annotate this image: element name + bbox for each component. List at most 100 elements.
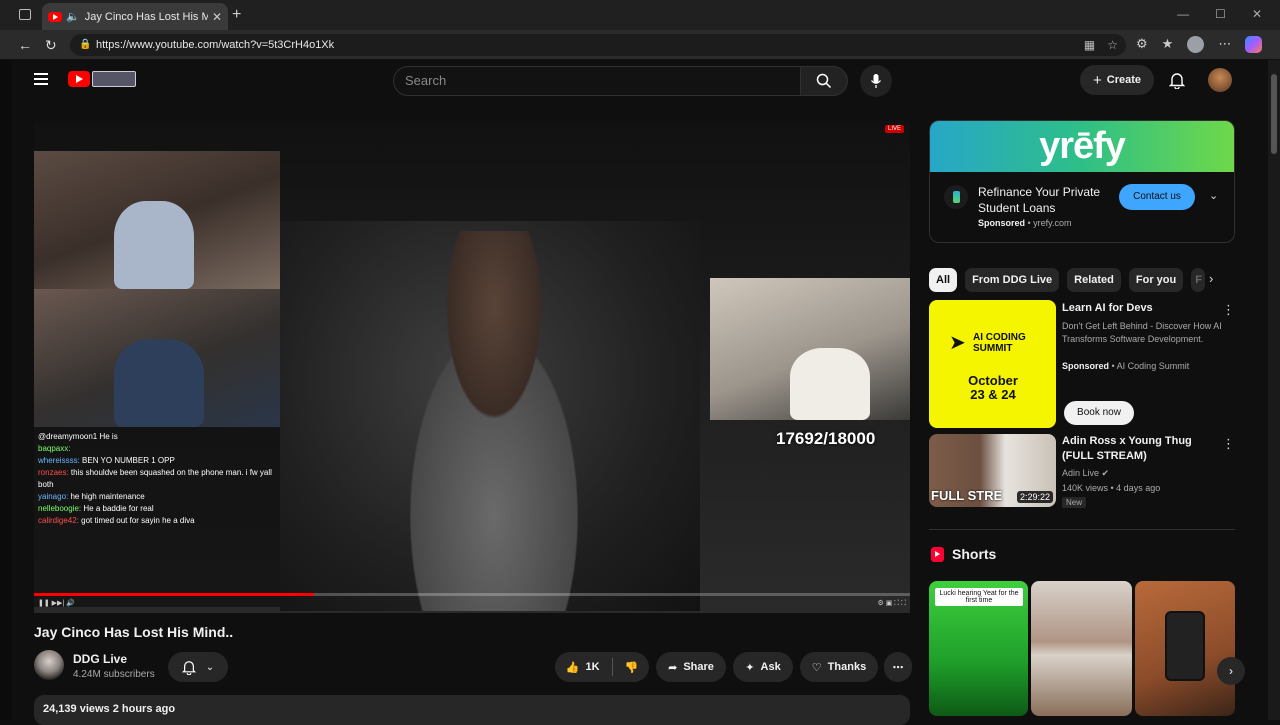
short-caption: Lucki hearing Yeat for the first time	[935, 588, 1023, 606]
more-actions-button[interactable]: ⋯	[884, 652, 912, 682]
divider	[611, 658, 613, 676]
url-field[interactable]: 🔒 https://www.youtube.com/watch?v=5t3CrH…	[70, 34, 1126, 56]
share-icon: ➦	[668, 661, 678, 674]
rec-title[interactable]: Adin Ross x Young Thug (FULL STREAM)	[1062, 434, 1222, 464]
close-tab-icon[interactable]: ✕	[212, 10, 222, 24]
ad-thumbnail[interactable]: ➤ AI CODING SUMMIT October 23 & 24	[929, 300, 1056, 428]
chip-from-ddg-live[interactable]: From DDG Live	[965, 268, 1060, 292]
chat-overlay: @dreamymoon1 He is baqpaxx: whereissss: B…	[34, 427, 280, 607]
youtube-doodle-logo[interactable]	[92, 71, 136, 87]
chat-message: baqpaxx:	[38, 443, 276, 455]
player-settings-icons[interactable]: ⚙ ▣ ⛶ ⛶	[877, 599, 906, 611]
stream-overlay-header	[38, 125, 238, 151]
chip-all[interactable]: All	[929, 268, 958, 292]
rec-sponsor-line: Sponsored • AI Coding Summit	[1062, 361, 1190, 371]
contact-us-button[interactable]: Contact us	[1119, 184, 1195, 210]
share-button[interactable]: ➦ Share	[656, 652, 726, 682]
book-now-button[interactable]: Book now	[1064, 401, 1134, 425]
rec-title[interactable]: Learn AI for Devs	[1062, 301, 1222, 316]
favorite-star-icon[interactable]: ☆	[1107, 34, 1118, 56]
refresh-icon[interactable]: ↻	[45, 37, 57, 54]
menu-icon[interactable]	[34, 73, 48, 85]
video-title: Jay Cinco Has Lost His Mind..	[34, 624, 234, 640]
ask-label: Ask	[760, 661, 781, 673]
search-input[interactable]: Search	[393, 66, 801, 96]
channel-avatar[interactable]	[34, 650, 64, 680]
chat-username: whereissss:	[38, 456, 80, 465]
more-vertical-icon[interactable]: ⋮	[1222, 436, 1235, 452]
chevron-down-icon[interactable]: ⌄	[1209, 189, 1218, 202]
thanks-button[interactable]: ♡ Thanks	[800, 652, 878, 682]
chip-partial[interactable]: F	[1191, 268, 1206, 292]
heart-dollar-icon: ♡	[811, 661, 822, 674]
url-text: https://www.youtube.com/watch?v=5t3CrH4o…	[96, 39, 335, 51]
ask-button[interactable]: ✦ Ask	[733, 652, 793, 682]
youtube-logo[interactable]	[68, 71, 90, 87]
sparkle-icon: ✦	[745, 661, 755, 674]
short-card[interactable]	[1135, 581, 1235, 716]
window-controls: — ☐ ✕	[1177, 7, 1262, 21]
tab-actions-icon[interactable]	[19, 9, 31, 20]
more-vertical-icon[interactable]: ⋮	[1222, 302, 1235, 318]
shorts-next-button[interactable]: ›	[1217, 657, 1245, 685]
browser-tab-active[interactable]: 🔈 Jay Cinco Has Lost His Mind ✕	[42, 3, 228, 30]
search-button[interactable]	[800, 66, 848, 96]
chip-related[interactable]: Related	[1067, 268, 1121, 292]
like-dislike-group: 👍 1K 👎	[555, 652, 649, 682]
close-window-icon[interactable]: ✕	[1252, 7, 1262, 21]
extensions-icon[interactable]: ⚙	[1136, 36, 1148, 53]
scrollbar-thumb[interactable]	[1271, 74, 1277, 154]
sponsored-ad-card[interactable]: yrēfy Refinance Your Private Student Loa…	[929, 120, 1235, 243]
voice-search-button[interactable]	[860, 65, 892, 97]
tab-title: Jay Cinco Has Lost His Mind	[84, 10, 208, 23]
new-tab-icon[interactable]: +	[232, 6, 241, 24]
app-available-icon[interactable]: ▦	[1084, 34, 1095, 56]
site-info-icon[interactable]: 🔒	[79, 34, 91, 56]
maximize-icon[interactable]: ☐	[1215, 7, 1226, 21]
speaker-icon[interactable]: 🔈	[66, 10, 80, 23]
dislike-button[interactable]: 👎	[625, 661, 639, 674]
minimize-icon[interactable]: —	[1177, 7, 1189, 21]
account-avatar[interactable]	[1208, 68, 1232, 92]
play-pause-icon[interactable]: ❚❚ ▶▶| 🔊	[38, 599, 75, 611]
subscriber-count: 4.24M subscribers	[73, 669, 155, 680]
section-divider	[929, 529, 1235, 530]
settings-more-icon[interactable]: ⋯	[1218, 36, 1231, 53]
chevron-down-icon: ⌄	[205, 661, 215, 673]
video-thumbnail[interactable]: FULL STRE 2:29:22	[929, 434, 1056, 507]
ad-meta: Sponsored • yrefy.com	[978, 218, 1072, 228]
copilot-icon[interactable]	[1245, 36, 1263, 53]
video-player[interactable]: LIVE @dreamymoon1 He is baqpaxx: whereiss…	[34, 121, 910, 613]
video-frame-person	[364, 231, 624, 611]
progress-bar[interactable]	[34, 593, 910, 596]
profile-icon[interactable]	[1187, 36, 1205, 53]
back-icon[interactable]: ←	[18, 37, 32, 53]
thumbs-up-icon: 👍	[565, 661, 580, 674]
channel-name[interactable]: DDG Live	[73, 652, 127, 666]
page-scrollbar[interactable]	[1268, 60, 1280, 720]
short-card[interactable]	[1031, 581, 1132, 716]
chat-text: He a baddie for real	[81, 504, 154, 513]
chevron-right-icon[interactable]: ›	[1209, 271, 1213, 286]
ad-title[interactable]: Refinance Your Private Student Loans	[978, 184, 1123, 216]
live-indicator: LIVE	[884, 125, 904, 133]
chat-message: whereissss: BEN YO NUMBER 1 OPP	[38, 455, 276, 467]
bell-icon	[1168, 73, 1186, 90]
advertiser-name: AI Coding Summit	[1116, 361, 1190, 371]
chat-username: baqpaxx:	[38, 444, 71, 453]
short-card[interactable]: Lucki hearing Yeat for the first time	[929, 581, 1028, 716]
thanks-label: Thanks	[827, 661, 867, 673]
duration-badge: 2:29:22	[1016, 491, 1053, 503]
description-box[interactable]: 24,139 views 2 hours ago	[34, 695, 910, 725]
like-button[interactable]: 👍 1K	[566, 661, 600, 674]
ad-banner[interactable]: yrēfy	[930, 121, 1234, 172]
chip-for-you[interactable]: For you	[1128, 268, 1184, 292]
create-button[interactable]: + Create	[1080, 65, 1154, 95]
favorites-icon[interactable]: ★	[1162, 36, 1174, 53]
browser-tab-strip: 🔈 Jay Cinco Has Lost His Mind ✕ + — ☐ ✕	[0, 0, 1280, 30]
subscribed-notifications-button[interactable]: ⌄	[168, 652, 228, 682]
like-count: 1K	[585, 661, 600, 673]
verified-icon: ✔	[1101, 468, 1110, 478]
rec-channel[interactable]: Adin Live ✔	[1062, 467, 1227, 480]
notifications-button[interactable]	[1168, 71, 1186, 94]
